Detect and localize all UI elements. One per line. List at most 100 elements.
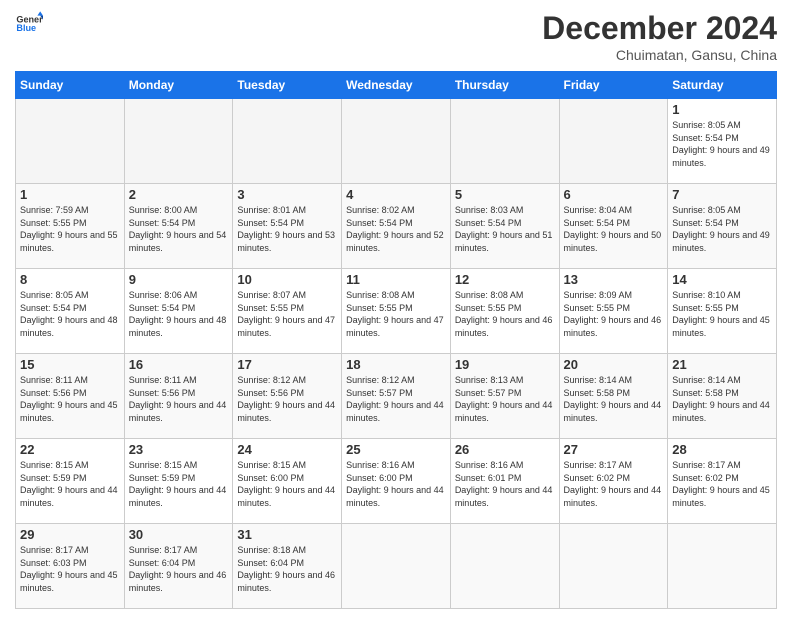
day-cell: 21 Sunrise: 8:14 AMSunset: 5:58 PMDaylig… (668, 354, 777, 439)
day-cell: 28 Sunrise: 8:17 AMSunset: 6:02 PMDaylig… (668, 439, 777, 524)
day-info: Sunrise: 8:05 AMSunset: 5:54 PMDaylight:… (672, 119, 772, 169)
week-row-3: 8 Sunrise: 8:05 AMSunset: 5:54 PMDayligh… (16, 269, 777, 354)
day-cell: 1 Sunrise: 7:59 AMSunset: 5:55 PMDayligh… (16, 184, 125, 269)
day-cell (559, 524, 668, 609)
day-cell (124, 99, 233, 184)
day-info: Sunrise: 8:03 AMSunset: 5:54 PMDaylight:… (455, 204, 555, 254)
day-number: 12 (455, 272, 555, 287)
day-cell: 9 Sunrise: 8:06 AMSunset: 5:54 PMDayligh… (124, 269, 233, 354)
day-number: 19 (455, 357, 555, 372)
day-number: 13 (564, 272, 664, 287)
day-info: Sunrise: 7:59 AMSunset: 5:55 PMDaylight:… (20, 204, 120, 254)
day-info: Sunrise: 8:06 AMSunset: 5:54 PMDaylight:… (129, 289, 229, 339)
day-info: Sunrise: 8:04 AMSunset: 5:54 PMDaylight:… (564, 204, 664, 254)
day-cell: 31 Sunrise: 8:18 AMSunset: 6:04 PMDaylig… (233, 524, 342, 609)
day-cell: 18 Sunrise: 8:12 AMSunset: 5:57 PMDaylig… (342, 354, 451, 439)
day-info: Sunrise: 8:05 AMSunset: 5:54 PMDaylight:… (672, 204, 772, 254)
week-row-4: 15 Sunrise: 8:11 AMSunset: 5:56 PMDaylig… (16, 354, 777, 439)
day-number: 9 (129, 272, 229, 287)
day-number: 21 (672, 357, 772, 372)
day-info: Sunrise: 8:12 AMSunset: 5:57 PMDaylight:… (346, 374, 446, 424)
week-row-5: 22 Sunrise: 8:15 AMSunset: 5:59 PMDaylig… (16, 439, 777, 524)
day-number: 27 (564, 442, 664, 457)
day-info: Sunrise: 8:15 AMSunset: 5:59 PMDaylight:… (20, 459, 120, 509)
day-cell: 7 Sunrise: 8:05 AMSunset: 5:54 PMDayligh… (668, 184, 777, 269)
day-cell: 5 Sunrise: 8:03 AMSunset: 5:54 PMDayligh… (450, 184, 559, 269)
day-cell: 4 Sunrise: 8:02 AMSunset: 5:54 PMDayligh… (342, 184, 451, 269)
day-number: 1 (672, 102, 772, 117)
day-header-thursday: Thursday (450, 72, 559, 99)
day-number: 3 (237, 187, 337, 202)
day-cell: 26 Sunrise: 8:16 AMSunset: 6:01 PMDaylig… (450, 439, 559, 524)
day-info: Sunrise: 8:13 AMSunset: 5:57 PMDaylight:… (455, 374, 555, 424)
day-cell: 13 Sunrise: 8:09 AMSunset: 5:55 PMDaylig… (559, 269, 668, 354)
day-cell (559, 99, 668, 184)
week-row-2: 1 Sunrise: 7:59 AMSunset: 5:55 PMDayligh… (16, 184, 777, 269)
day-cell: 10 Sunrise: 8:07 AMSunset: 5:55 PMDaylig… (233, 269, 342, 354)
day-number: 23 (129, 442, 229, 457)
day-number: 20 (564, 357, 664, 372)
day-cell: 8 Sunrise: 8:05 AMSunset: 5:54 PMDayligh… (16, 269, 125, 354)
day-number: 29 (20, 527, 120, 542)
day-header-monday: Monday (124, 72, 233, 99)
page-header: General Blue December 2024 Chuimatan, Ga… (15, 10, 777, 63)
day-number: 25 (346, 442, 446, 457)
day-cell: 19 Sunrise: 8:13 AMSunset: 5:57 PMDaylig… (450, 354, 559, 439)
day-header-saturday: Saturday (668, 72, 777, 99)
header-row: SundayMondayTuesdayWednesdayThursdayFrid… (16, 72, 777, 99)
day-cell: 17 Sunrise: 8:12 AMSunset: 5:56 PMDaylig… (233, 354, 342, 439)
day-header-friday: Friday (559, 72, 668, 99)
day-number: 2 (129, 187, 229, 202)
day-number: 4 (346, 187, 446, 202)
month-title: December 2024 (542, 10, 777, 47)
week-row-1: 1 Sunrise: 8:05 AMSunset: 5:54 PMDayligh… (16, 99, 777, 184)
day-info: Sunrise: 8:17 AMSunset: 6:04 PMDaylight:… (129, 544, 229, 594)
day-cell (342, 524, 451, 609)
title-area: December 2024 Chuimatan, Gansu, China (542, 10, 777, 63)
day-info: Sunrise: 8:12 AMSunset: 5:56 PMDaylight:… (237, 374, 337, 424)
day-info: Sunrise: 8:05 AMSunset: 5:54 PMDaylight:… (20, 289, 120, 339)
day-cell: 30 Sunrise: 8:17 AMSunset: 6:04 PMDaylig… (124, 524, 233, 609)
day-cell: 6 Sunrise: 8:04 AMSunset: 5:54 PMDayligh… (559, 184, 668, 269)
day-cell: 25 Sunrise: 8:16 AMSunset: 6:00 PMDaylig… (342, 439, 451, 524)
day-info: Sunrise: 8:14 AMSunset: 5:58 PMDaylight:… (672, 374, 772, 424)
day-number: 17 (237, 357, 337, 372)
day-cell: 1 Sunrise: 8:05 AMSunset: 5:54 PMDayligh… (668, 99, 777, 184)
day-info: Sunrise: 8:17 AMSunset: 6:03 PMDaylight:… (20, 544, 120, 594)
logo-icon: General Blue (15, 10, 43, 38)
day-cell: 2 Sunrise: 8:00 AMSunset: 5:54 PMDayligh… (124, 184, 233, 269)
day-info: Sunrise: 8:17 AMSunset: 6:02 PMDaylight:… (564, 459, 664, 509)
day-cell: 15 Sunrise: 8:11 AMSunset: 5:56 PMDaylig… (16, 354, 125, 439)
day-cell (16, 99, 125, 184)
day-cell (450, 524, 559, 609)
day-cell (233, 99, 342, 184)
day-header-wednesday: Wednesday (342, 72, 451, 99)
day-cell: 20 Sunrise: 8:14 AMSunset: 5:58 PMDaylig… (559, 354, 668, 439)
day-number: 31 (237, 527, 337, 542)
day-cell (342, 99, 451, 184)
day-info: Sunrise: 8:14 AMSunset: 5:58 PMDaylight:… (564, 374, 664, 424)
day-cell: 23 Sunrise: 8:15 AMSunset: 5:59 PMDaylig… (124, 439, 233, 524)
week-row-6: 29 Sunrise: 8:17 AMSunset: 6:03 PMDaylig… (16, 524, 777, 609)
calendar-table: SundayMondayTuesdayWednesdayThursdayFrid… (15, 71, 777, 609)
day-number: 30 (129, 527, 229, 542)
day-number: 28 (672, 442, 772, 457)
day-header-tuesday: Tuesday (233, 72, 342, 99)
day-number: 24 (237, 442, 337, 457)
day-info: Sunrise: 8:15 AMSunset: 6:00 PMDaylight:… (237, 459, 337, 509)
day-number: 8 (20, 272, 120, 287)
logo: General Blue (15, 10, 43, 38)
page-container: General Blue December 2024 Chuimatan, Ga… (0, 0, 792, 619)
day-number: 16 (129, 357, 229, 372)
day-info: Sunrise: 8:10 AMSunset: 5:55 PMDaylight:… (672, 289, 772, 339)
day-number: 10 (237, 272, 337, 287)
location-subtitle: Chuimatan, Gansu, China (542, 47, 777, 63)
day-info: Sunrise: 8:01 AMSunset: 5:54 PMDaylight:… (237, 204, 337, 254)
day-info: Sunrise: 8:16 AMSunset: 6:01 PMDaylight:… (455, 459, 555, 509)
day-info: Sunrise: 8:16 AMSunset: 6:00 PMDaylight:… (346, 459, 446, 509)
day-info: Sunrise: 8:17 AMSunset: 6:02 PMDaylight:… (672, 459, 772, 509)
day-info: Sunrise: 8:09 AMSunset: 5:55 PMDaylight:… (564, 289, 664, 339)
day-number: 26 (455, 442, 555, 457)
day-number: 1 (20, 187, 120, 202)
day-info: Sunrise: 8:02 AMSunset: 5:54 PMDaylight:… (346, 204, 446, 254)
